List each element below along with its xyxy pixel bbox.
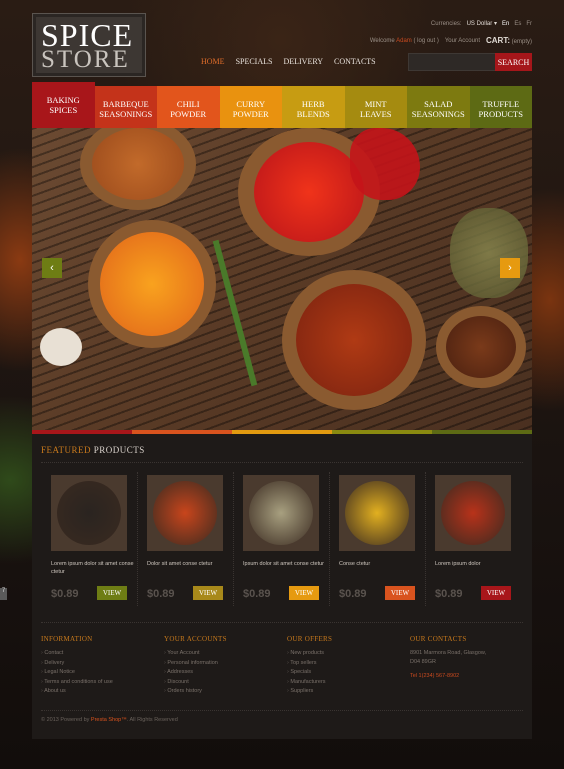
product-name[interactable]: Ipsum dolor sit amet conse ctetur (243, 560, 327, 568)
garlic-image (40, 328, 82, 366)
footer-link-top-sellers[interactable]: Top sellers (287, 659, 332, 669)
search-input[interactable] (408, 53, 496, 71)
product-image[interactable] (243, 475, 319, 551)
footer-information: INFORMATION Contact Delivery Legal Notic… (41, 635, 113, 697)
featured-products-panel: FEATURED PRODUCTS Lorem ipsum dolor sit … (32, 434, 532, 739)
footer-accounts-title: YOUR ACCOUNTS (164, 635, 227, 643)
product-image[interactable] (339, 475, 415, 551)
footer-contacts-title: OUR CONTACTS (410, 635, 467, 643)
your-account-link[interactable]: Your Account (445, 38, 480, 44)
logo-line2: STORE (41, 46, 130, 73)
divider (41, 462, 523, 463)
nav-delivery[interactable]: DELIVERY (283, 57, 323, 66)
category-bar: BAKING SPICES BARBEQUE SEASONINGS CHILI POW… (32, 82, 532, 128)
footer-link-addresses[interactable]: Addresses (164, 668, 227, 678)
footer-address: 8901 Marmora Road, Glasgow, D04 89GR (410, 650, 487, 665)
product-name[interactable]: Lorem ipsum dolor sit amet conse ctetur (51, 560, 135, 576)
slider-next-button[interactable]: › (500, 258, 520, 278)
view-button[interactable]: VIEW (97, 586, 127, 600)
search-button[interactable]: SEARCH (495, 53, 532, 71)
footer-contacts: OUR CONTACTS 8901 Marmora Road, Glasgow,… (410, 635, 486, 679)
product-image[interactable] (51, 475, 127, 551)
bowl-turmeric (88, 220, 216, 348)
category-salad-seasonings[interactable]: SALAD SEASONINGS (407, 86, 470, 128)
divider (41, 710, 523, 711)
logo[interactable]: SPICE STORE (32, 13, 146, 77)
welcome-text: Welcome (369, 37, 395, 44)
prestashop-link[interactable]: Presta Shop™ (91, 717, 127, 723)
product-image[interactable] (147, 475, 223, 551)
username-link[interactable]: Adam (396, 38, 412, 44)
footer-link-discount[interactable]: Discount (164, 678, 227, 688)
currencies-label: Currencies: (430, 20, 462, 27)
footer-accounts: YOUR ACCOUNTS Your Account Personal info… (164, 635, 227, 697)
side-tab[interactable]: 7 (0, 588, 7, 600)
view-button[interactable]: VIEW (385, 586, 415, 600)
footer-link-contact[interactable]: Contact (41, 649, 113, 659)
footer-information-title: INFORMATION (41, 635, 93, 643)
product-price: $0.89 (243, 588, 271, 600)
footer-link-legal[interactable]: Legal Notice (41, 668, 113, 678)
language-en[interactable]: En (502, 21, 509, 27)
category-curry-powder[interactable]: CURRY POWDER (219, 86, 282, 128)
currency-language-bar: Currencies: US Dollar ▾ En Es Fr (430, 20, 532, 28)
footer-link-orders[interactable]: Orders history (164, 687, 227, 697)
divider (41, 622, 523, 623)
product-name[interactable]: Conse ctetur (339, 560, 423, 568)
view-button[interactable]: VIEW (193, 586, 223, 600)
footer-link-suppliers[interactable]: Suppliers (287, 687, 332, 697)
product-image[interactable] (435, 475, 511, 551)
view-button[interactable]: VIEW (289, 586, 319, 600)
nav-home[interactable]: HOME (201, 57, 225, 66)
footer-link-personal-info[interactable]: Personal information (164, 659, 227, 669)
footer-link-about[interactable]: About us (41, 687, 113, 697)
category-herb-blends[interactable]: HERB BLENDS (282, 86, 345, 128)
chevron-right-icon: › (508, 262, 512, 274)
currency-select[interactable]: US Dollar ▾ (467, 20, 497, 27)
bowl-dark-spice (436, 306, 526, 388)
nav-specials[interactable]: SPECIALS (236, 57, 273, 66)
category-baking-spices[interactable]: BAKING SPICES (32, 82, 95, 128)
language-es[interactable]: Es (514, 21, 521, 27)
slider-prev-button[interactable]: ‹ (42, 258, 62, 278)
view-button[interactable]: VIEW (481, 586, 511, 600)
product-name[interactable]: Lorem ipsum dolor (435, 560, 519, 568)
product-price: $0.89 (51, 588, 79, 600)
user-bar: Welcome Adam ( log out ) Your Account CA… (370, 36, 532, 45)
footer-offers-title: OUR OFFERS (287, 635, 333, 643)
footer-link-your-account[interactable]: Your Account (164, 649, 227, 659)
chevron-down-icon: ▾ (493, 21, 497, 27)
chevron-left-icon: ‹ (50, 262, 54, 274)
footer-link-manufacturers[interactable]: Manufacturers (287, 678, 332, 688)
main-nav: HOME SPECIALS DELIVERY CONTACTS (201, 57, 376, 66)
cart-link[interactable]: CART: (empty) (486, 36, 532, 45)
footer-link-delivery[interactable]: Delivery (41, 659, 113, 669)
bowl-saffron (282, 270, 426, 410)
copyright: © 2013 Powered by Presta Shop™. All Righ… (41, 717, 178, 723)
footer-link-new-products[interactable]: New products (287, 649, 332, 659)
category-barbeque-seasonings[interactable]: BARBEQUE SEASONINGS (94, 86, 157, 128)
category-chili-powder[interactable]: CHILI POWDER (157, 86, 220, 128)
language-fr[interactable]: Fr (526, 21, 532, 27)
category-truffle-products[interactable]: TRUFFLE PRODUCTS (469, 86, 532, 128)
footer-telephone: Tel 1(234) 567-8902 (410, 673, 460, 679)
product-price: $0.89 (147, 588, 175, 600)
cart-label: CART: (485, 36, 510, 45)
hero-slider-image: ‹ › (32, 128, 532, 434)
featured-title: FEATURED PRODUCTS (41, 445, 145, 455)
cart-state: (empty) (511, 39, 532, 45)
footer-offers: OUR OFFERS New products Top sellers Spec… (287, 635, 332, 697)
category-mint-leaves[interactable]: MINT LEAVES (344, 86, 407, 128)
footer-link-terms[interactable]: Terms and conditions of use (41, 678, 112, 688)
product-price: $0.89 (435, 588, 463, 600)
product-price: $0.89 (339, 588, 367, 600)
logout-link[interactable]: ( log out ) (413, 38, 438, 44)
page-container: SPICE STORE Currencies: US Dollar ▾ En E… (32, 0, 532, 769)
nav-contacts[interactable]: CONTACTS (334, 57, 376, 66)
cardamom-image (450, 208, 528, 298)
product-name[interactable]: Dolor sit amet conse ctetur (147, 560, 231, 568)
footer-link-specials[interactable]: Specials (287, 668, 332, 678)
